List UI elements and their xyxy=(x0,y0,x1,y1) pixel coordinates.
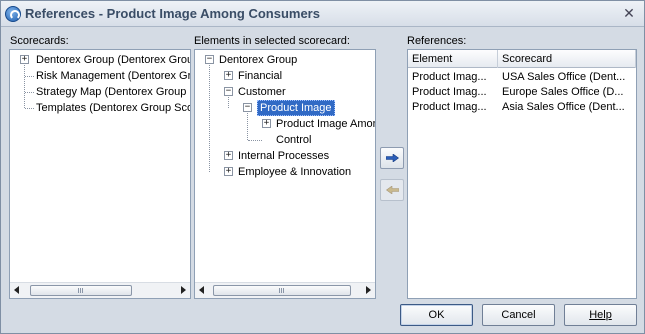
expand-icon[interactable]: + xyxy=(20,55,29,64)
arrow-left-icon xyxy=(386,186,399,194)
scroll-thumb[interactable] xyxy=(30,285,132,296)
app-icon xyxy=(5,6,21,22)
element-tree-item[interactable]: − Customer xyxy=(195,84,375,100)
element-tree-item[interactable]: + Internal Processes xyxy=(195,148,375,164)
scroll-left-icon[interactable] xyxy=(199,286,204,294)
elements-horizontal-scrollbar[interactable] xyxy=(195,282,375,298)
element-tree-item[interactable]: Control xyxy=(195,132,375,148)
tree-line xyxy=(25,76,34,77)
references-label: References: xyxy=(407,35,467,47)
scorecard-cell: Europe Sales Office (D... xyxy=(502,86,624,98)
element-tree-item[interactable]: − Product Image xyxy=(195,100,375,116)
collapse-icon[interactable]: − xyxy=(243,103,252,112)
close-button[interactable]: ✕ xyxy=(621,5,637,21)
add-reference-button[interactable] xyxy=(380,147,404,169)
scorecards-tree[interactable]: + Dentorex Group (Dentorex Grou Risk Manag… xyxy=(9,49,191,299)
remove-reference-button[interactable] xyxy=(380,179,404,201)
collapse-icon[interactable]: − xyxy=(205,55,214,64)
tree-line xyxy=(25,92,34,93)
scorecard-item[interactable]: Strategy Map (Dentorex Group S xyxy=(10,84,190,100)
ok-button[interactable]: OK xyxy=(400,304,473,326)
table-row[interactable]: Product Imag... Asia Sales Office (Dent..… xyxy=(408,100,636,115)
scroll-right-icon[interactable] xyxy=(366,286,371,294)
element-label: Customer xyxy=(238,86,286,98)
element-label: Internal Processes xyxy=(238,150,330,162)
scroll-left-icon[interactable] xyxy=(14,286,19,294)
expand-icon[interactable]: + xyxy=(262,119,271,128)
references-dialog: References - Product Image Among Consume… xyxy=(0,0,645,334)
scorecard-item[interactable]: + Dentorex Group (Dentorex Grou xyxy=(10,52,190,68)
scorecard-label: Templates (Dentorex Group Scor xyxy=(36,102,191,114)
scorecard-item[interactable]: Templates (Dentorex Group Scor xyxy=(10,100,190,116)
element-label: Employee & Innovation xyxy=(238,166,352,178)
selected-element-label: Product Image xyxy=(257,100,335,116)
element-cell: Product Imag... xyxy=(412,86,487,98)
scorecard-cell: USA Sales Office (Dent... xyxy=(502,71,626,83)
element-label: Financial xyxy=(238,70,283,82)
element-cell: Product Imag... xyxy=(412,101,487,113)
element-tree-item[interactable]: + Financial xyxy=(195,68,375,84)
element-tree-item[interactable]: − Dentorex Group xyxy=(195,52,375,68)
scroll-right-icon[interactable] xyxy=(181,286,186,294)
table-row[interactable]: Product Imag... Europe Sales Office (D... xyxy=(408,85,636,100)
elements-label: Elements in selected scorecard: xyxy=(194,35,350,47)
expand-icon[interactable]: + xyxy=(224,167,233,176)
table-row[interactable]: Product Imag... USA Sales Office (Dent... xyxy=(408,70,636,85)
scorecards-horizontal-scrollbar[interactable] xyxy=(10,282,190,298)
elements-tree[interactable]: − Dentorex Group + Financial − Customer − Produ… xyxy=(194,49,376,299)
expand-icon[interactable]: + xyxy=(224,71,233,80)
column-header-scorecard[interactable]: Scorecard xyxy=(498,50,636,68)
scorecard-label: Strategy Map (Dentorex Group S xyxy=(36,86,191,98)
column-header-element[interactable]: Element xyxy=(408,50,498,68)
element-tree-item[interactable]: + Employee & Innovation xyxy=(195,164,375,180)
element-label: Product Image Amon xyxy=(276,118,376,130)
collapse-icon[interactable]: − xyxy=(224,87,233,96)
tree-line xyxy=(248,140,262,141)
arrow-right-icon xyxy=(386,154,399,162)
element-label: Control xyxy=(276,134,312,146)
element-cell: Product Imag... xyxy=(412,71,487,83)
scroll-thumb[interactable] xyxy=(213,285,351,296)
expand-icon[interactable]: + xyxy=(224,151,233,160)
cancel-button[interactable]: Cancel xyxy=(482,304,555,326)
element-label: Dentorex Group xyxy=(219,54,298,66)
scorecards-label: Scorecards: xyxy=(10,35,69,47)
grid-header: Element Scorecard xyxy=(408,50,636,68)
scorecard-label: Risk Management (Dentorex Gro xyxy=(36,70,191,82)
tree-line xyxy=(25,108,34,109)
title-bar[interactable]: References - Product Image Among Consume… xyxy=(1,1,644,27)
scorecard-item[interactable]: Risk Management (Dentorex Gro xyxy=(10,68,190,84)
scorecard-label: Dentorex Group (Dentorex Grou xyxy=(36,54,191,66)
help-button-label: Help xyxy=(589,309,612,321)
help-button[interactable]: Help xyxy=(564,304,637,326)
references-grid[interactable]: Element Scorecard Product Imag... USA Sal… xyxy=(407,49,637,299)
scorecard-cell: Asia Sales Office (Dent... xyxy=(502,101,625,113)
window-title: References - Product Image Among Consume… xyxy=(25,6,320,21)
element-tree-item[interactable]: + Product Image Amon xyxy=(195,116,375,132)
